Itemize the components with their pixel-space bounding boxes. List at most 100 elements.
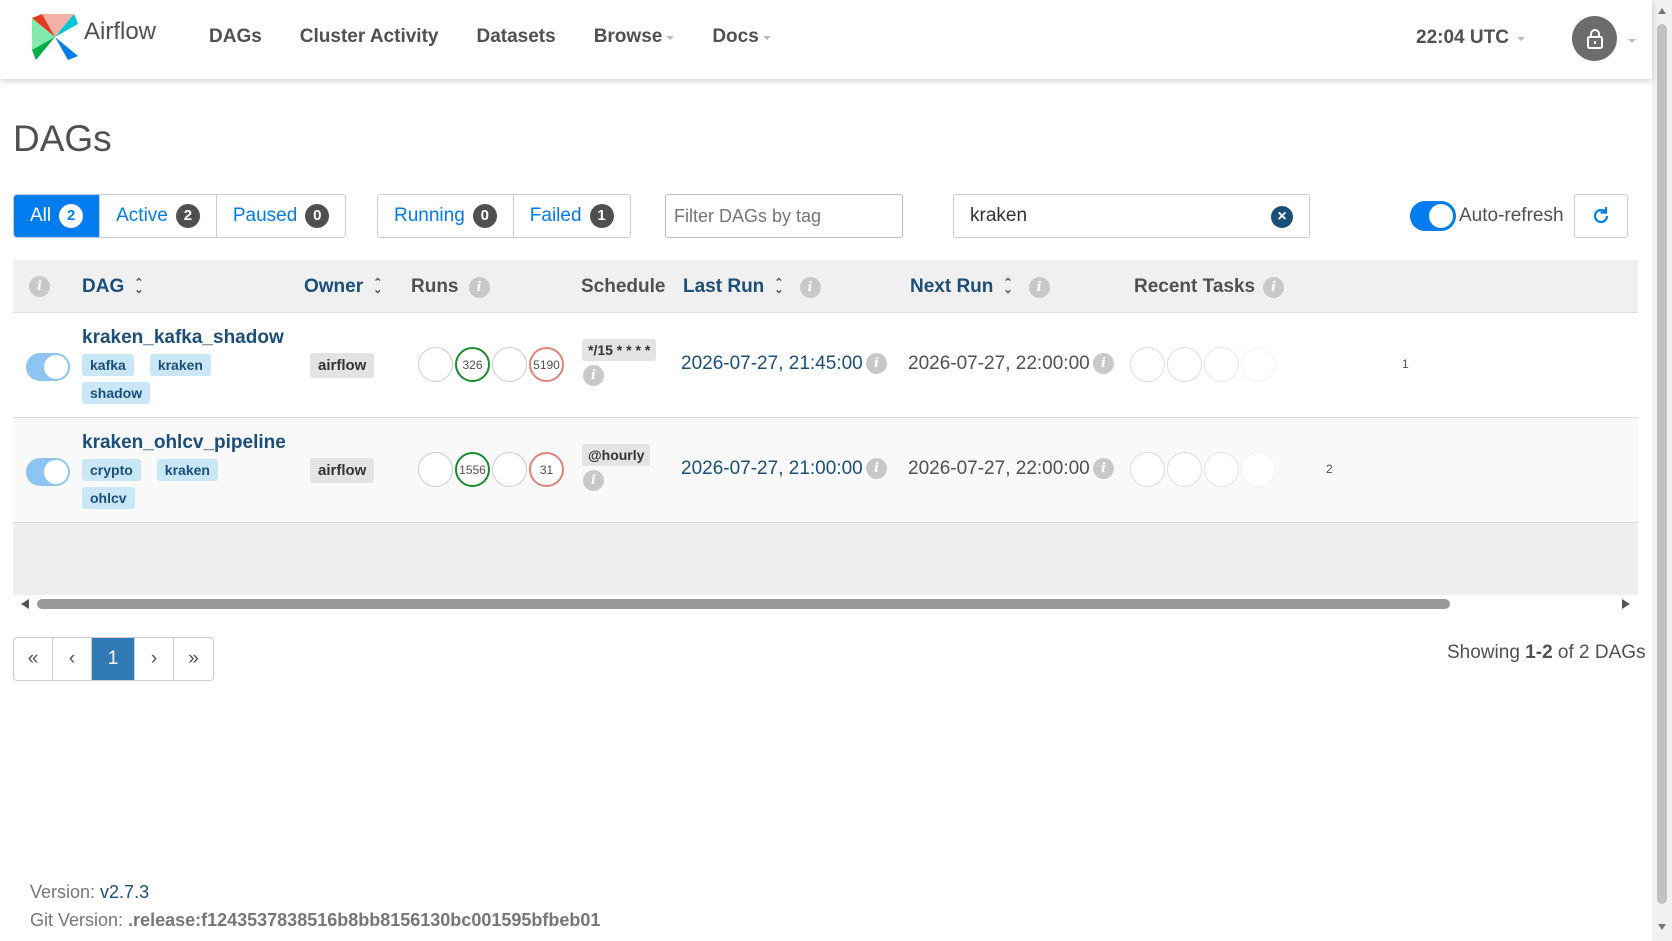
sort-icon[interactable]: ⌃ ⌄ [774,278,783,296]
info-icon[interactable]: i [866,353,887,374]
dag-tag[interactable]: crypto [82,459,141,481]
user-menu-button[interactable] [1572,16,1617,61]
run-state-running[interactable] [492,452,527,487]
sort-icon[interactable]: ⌃ ⌄ [134,278,143,296]
run-state-success[interactable]: 1556 [455,452,490,487]
run-state-queued[interactable] [418,347,453,382]
page-prev-button[interactable]: ‹ [53,638,92,680]
task-state-circle[interactable] [1241,347,1276,382]
filter-running-count: 0 [472,204,497,228]
info-icon[interactable]: i [1028,276,1050,298]
page-current-button[interactable]: 1 [92,638,135,680]
version-line: Version: v2.7.3 [30,878,600,906]
dag-tag[interactable]: kraken [149,354,211,376]
last-run-link[interactable]: 2026-07-27, 21:45:00 [681,353,863,375]
owner-badge[interactable]: airflow [310,458,375,483]
nav-browse[interactable]: Browse [594,26,675,48]
info-icon[interactable]: i [583,470,604,491]
chevron-down-icon[interactable] [1628,39,1636,43]
run-state-filter-group: Running 0 Failed 1 [377,194,631,238]
clock-menu[interactable]: 22:04 UTC [1416,27,1525,49]
filter-running-button[interactable]: Running 0 [378,195,514,237]
refresh-button[interactable] [1574,194,1628,238]
dag-tag[interactable]: ohlcv [82,487,135,509]
info-icon[interactable]: i [583,365,604,386]
page-next-button[interactable]: › [135,638,174,680]
scroll-left-icon[interactable] [21,599,29,609]
chevron-down-icon [666,36,675,40]
table-row: kraken_kafka_shadow kafka kraken shadow … [13,313,1638,418]
nav-datasets[interactable]: Datasets [476,26,555,48]
info-icon[interactable]: i [1093,353,1114,374]
run-state-queued[interactable] [418,452,453,487]
filter-active-button[interactable]: Active 2 [100,195,217,237]
dag-name-link[interactable]: kraken_kafka_shadow [82,327,284,349]
task-state-circle[interactable] [1167,347,1202,382]
info-icon[interactable]: i [29,276,50,297]
header-next-run[interactable]: Next Run ⌃ ⌄ i [910,276,1050,298]
dag-name-link[interactable]: kraken_ohlcv_pipeline [82,432,286,454]
header-last-run[interactable]: Last Run ⌃ ⌄ i [683,276,821,298]
toggle-knob [44,460,68,484]
version-link[interactable]: v2.7.3 [100,882,149,902]
task-state-circle[interactable] [1130,452,1165,487]
run-state-failed[interactable]: 31 [529,452,564,487]
scroll-right-icon[interactable] [1622,599,1630,609]
dag-pause-toggle[interactable] [26,458,70,486]
info-icon[interactable]: i [799,276,821,298]
dag-tag[interactable]: kafka [82,354,134,376]
showing-suffix: of 2 DAGs [1552,642,1646,663]
owner-badge[interactable]: airflow [310,353,375,378]
info-icon[interactable]: i [866,458,887,479]
last-run-link[interactable]: 2026-07-27, 21:00:00 [681,458,863,480]
nav-datasets-label: Datasets [476,26,556,47]
header-owner[interactable]: Owner ⌃ ⌄ [304,276,382,298]
run-state-failed[interactable]: 5190 [529,347,564,382]
nav-cluster-activity[interactable]: Cluster Activity [300,26,439,48]
filter-paused-count: 0 [305,204,330,228]
filter-failed-button[interactable]: Failed 1 [513,195,630,237]
scroll-down-icon[interactable] [1658,924,1666,930]
header-last-run-label: Last Run [683,276,765,297]
scrollbar-thumb[interactable] [37,599,1450,609]
task-state-circle[interactable] [1204,347,1239,382]
dag-tag[interactable]: kraken [156,459,218,481]
info-icon[interactable]: i [468,276,490,298]
auto-refresh-toggle[interactable] [1410,201,1456,231]
pagination: « ‹ 1 › » [13,637,214,681]
nav-docs[interactable]: Docs [712,26,771,48]
horizontal-scrollbar[interactable] [13,595,1638,613]
dag-tag[interactable]: shadow [82,382,151,404]
sort-icon[interactable]: ⌃ ⌄ [1003,278,1012,296]
dag-search-input[interactable] [953,194,1310,238]
task-state-circle[interactable] [1130,347,1165,382]
header-dag[interactable]: DAG ⌃ ⌄ [82,276,143,298]
header-recent-tasks: Recent Tasks i [1134,276,1285,298]
header-recent-tasks-label: Recent Tasks [1134,276,1256,297]
git-version-line: Git Version: .release:f1243537838516b8bb… [30,906,600,934]
tag-filter-input[interactable] [665,194,903,238]
dag-pause-toggle[interactable] [26,353,70,381]
run-state-success[interactable]: 326 [455,347,490,382]
sort-icon[interactable]: ⌃ ⌄ [373,278,382,296]
info-icon[interactable]: i [1093,458,1114,479]
results-summary: Showing 1-2 of 2 DAGs [1447,642,1646,664]
scroll-up-icon[interactable] [1658,8,1666,14]
header-runs: Runs i [411,276,490,298]
page-last-button[interactable]: » [174,638,213,680]
header-schedule: Schedule [581,276,665,298]
scrollbar-thumb[interactable] [1657,24,1667,904]
task-state-circle[interactable] [1241,452,1276,487]
task-state-circle[interactable] [1167,452,1202,487]
vertical-scrollbar[interactable] [1652,0,1672,941]
run-state-running[interactable] [492,347,527,382]
status-filter-group: All 2 Active 2 Paused 0 [13,194,347,238]
nav-dags[interactable]: DAGs [209,26,262,48]
task-state-circle[interactable] [1204,452,1239,487]
page-first-button[interactable]: « [14,638,53,680]
filter-all-button[interactable]: All 2 [14,195,101,237]
filter-paused-button[interactable]: Paused 0 [216,195,346,237]
info-icon[interactable]: i [1263,276,1285,298]
airflow-brand[interactable]: Airflow [30,12,156,62]
clear-search-icon[interactable]: × [1271,206,1293,228]
